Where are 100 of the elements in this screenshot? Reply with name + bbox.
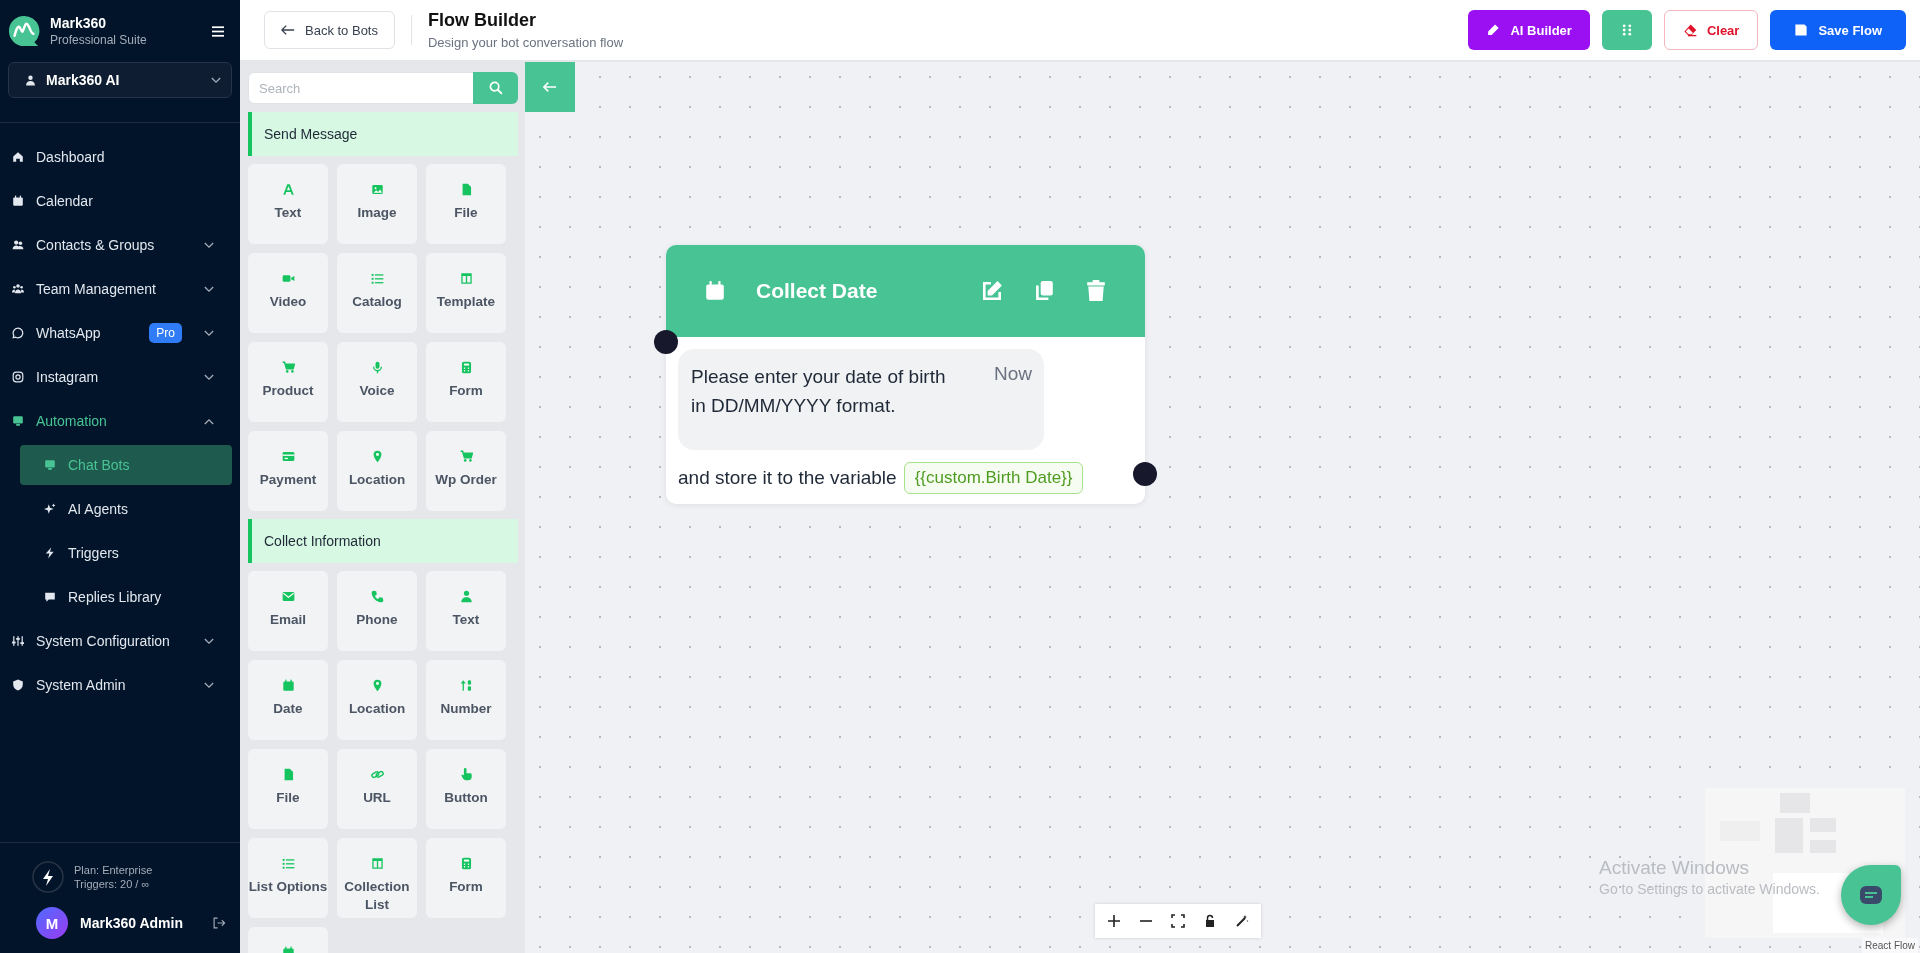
pencil-icon xyxy=(1486,23,1501,37)
nav-item[interactable]: WhatsApp Pro xyxy=(0,313,240,353)
timestamp: Now xyxy=(994,363,1032,386)
palette-tile[interactable]: Number xyxy=(426,660,506,740)
logo-icon xyxy=(8,15,40,47)
sparkle-icon xyxy=(44,503,56,515)
workspace-selector[interactable]: Mark360 AI xyxy=(8,62,232,98)
palette-tile[interactable]: File xyxy=(248,749,328,829)
bolt-icon xyxy=(44,547,56,559)
nav-item[interactable]: System Admin xyxy=(0,665,240,705)
nav-subitem[interactable]: Chat Bots xyxy=(20,445,232,485)
chat-icon xyxy=(1859,885,1883,905)
image-icon xyxy=(370,183,384,196)
arrow-left-icon xyxy=(543,80,557,94)
plan-label: Plan: Enterprise xyxy=(74,864,153,876)
palette-tile[interactable]: Payment xyxy=(248,431,328,511)
users-icon xyxy=(12,239,24,251)
eraser-icon xyxy=(1682,23,1697,37)
output-handle[interactable] xyxy=(1133,462,1157,486)
video-icon xyxy=(281,272,295,285)
nav-item[interactable]: Automation xyxy=(0,401,240,441)
palette-tile[interactable]: Product xyxy=(248,342,328,422)
list-icon xyxy=(281,857,295,870)
palette-tile[interactable]: URL xyxy=(337,749,417,829)
monitor-icon xyxy=(44,459,56,471)
palette-tile[interactable]: Image xyxy=(337,164,417,244)
nav-subitem[interactable]: Triggers xyxy=(20,533,232,573)
microphone-icon xyxy=(370,361,384,374)
node-title: Collect Date xyxy=(756,279,879,303)
palette-tile[interactable]: List Options xyxy=(248,838,328,918)
brand-name: Mark360 xyxy=(50,15,108,31)
palette-tile[interactable]: Email xyxy=(248,571,328,651)
pointer-hand-icon xyxy=(459,768,473,781)
phone-icon xyxy=(370,590,384,603)
columns-icon xyxy=(459,272,473,285)
message-text: Please enter your date of birth in DD/MM/YYYY format. xyxy=(691,365,947,418)
palette-tile[interactable]: Video xyxy=(248,253,328,333)
palette-tile[interactable]: Template xyxy=(426,253,506,333)
palette-tile[interactable]: Text xyxy=(426,571,506,651)
palette-tile[interactable]: File xyxy=(426,164,506,244)
palette-tile[interactable]: Collection List xyxy=(337,838,417,918)
palette-tile[interactable]: Voice xyxy=(337,342,417,422)
sliders-icon xyxy=(12,635,24,647)
palette-tile[interactable]: Button xyxy=(426,749,506,829)
nav-subitem[interactable]: AI Agents xyxy=(20,489,232,529)
nav-item[interactable]: Team Management xyxy=(0,269,240,309)
page-subtitle: Design your bot conversation flow xyxy=(428,35,625,50)
user-icon xyxy=(459,590,473,603)
calculator-icon xyxy=(459,361,473,374)
attribution-link[interactable]: React Flow xyxy=(1862,938,1918,953)
search-field[interactable]: Search xyxy=(248,72,473,104)
palette-tile[interactable]: Form xyxy=(426,342,506,422)
palette-tile[interactable]: Phone xyxy=(337,571,417,651)
palette-tile[interactable]: Location xyxy=(337,660,417,740)
palette-tile[interactable]: Date xyxy=(248,660,328,740)
nav-item[interactable]: Contacts & Groups xyxy=(0,225,240,265)
bolt-icon xyxy=(32,861,64,893)
columns-icon xyxy=(370,857,384,870)
sort-icon xyxy=(459,679,473,692)
store-text: and store it to the variable xyxy=(678,467,897,489)
camera-icon xyxy=(12,371,24,383)
input-handle[interactable] xyxy=(654,330,678,354)
magic-wand-icon[interactable] xyxy=(1235,914,1249,928)
pro-badge: Pro xyxy=(149,323,182,343)
lock-icon[interactable] xyxy=(1203,914,1217,928)
palette-tile[interactable]: Form xyxy=(426,838,506,918)
page-title: Flow Builder xyxy=(428,10,537,31)
palette-tile[interactable]: Wp Order xyxy=(426,431,506,511)
home-icon xyxy=(12,151,24,163)
chevron-down-icon xyxy=(211,76,221,84)
calculator-icon xyxy=(459,857,473,870)
comment-icon xyxy=(44,591,56,603)
font-icon xyxy=(281,183,295,196)
fit-view-icon[interactable] xyxy=(1171,914,1185,928)
palette-tile[interactable]: Location xyxy=(337,431,417,511)
save-button[interactable]: Save Flow xyxy=(1770,10,1906,50)
search-icon xyxy=(488,81,503,95)
nav-subitem[interactable]: Replies Library xyxy=(20,577,232,617)
menu-icon[interactable] xyxy=(212,25,224,37)
clear-button[interactable]: Clear xyxy=(1663,10,1759,50)
calendar-icon xyxy=(281,679,295,692)
nav-item[interactable]: Instagram xyxy=(0,357,240,397)
palette-tile[interactable]: Catalog xyxy=(337,253,417,333)
back-button[interactable]: Back to Bots xyxy=(264,11,395,49)
list-icon xyxy=(370,272,384,285)
link-icon xyxy=(370,768,384,781)
section-header: Collect Information xyxy=(248,519,518,563)
ai-builder-button[interactable]: AI Builder xyxy=(1468,10,1590,50)
shield-icon xyxy=(12,679,24,691)
logout-icon[interactable] xyxy=(212,916,226,930)
arrow-left-icon xyxy=(281,23,295,37)
palette-tile[interactable]: Text xyxy=(248,164,328,244)
calendar-icon xyxy=(12,195,24,207)
calendar-icon xyxy=(704,280,726,302)
user-name: Mark360 Admin xyxy=(80,915,184,931)
nav-item[interactable]: System Configuration xyxy=(0,621,240,661)
avatar: M xyxy=(36,907,68,939)
nav-item[interactable]: Dashboard xyxy=(0,137,240,177)
zoom-in-icon[interactable] xyxy=(1107,914,1121,928)
nav-item[interactable]: Calendar xyxy=(0,181,240,221)
